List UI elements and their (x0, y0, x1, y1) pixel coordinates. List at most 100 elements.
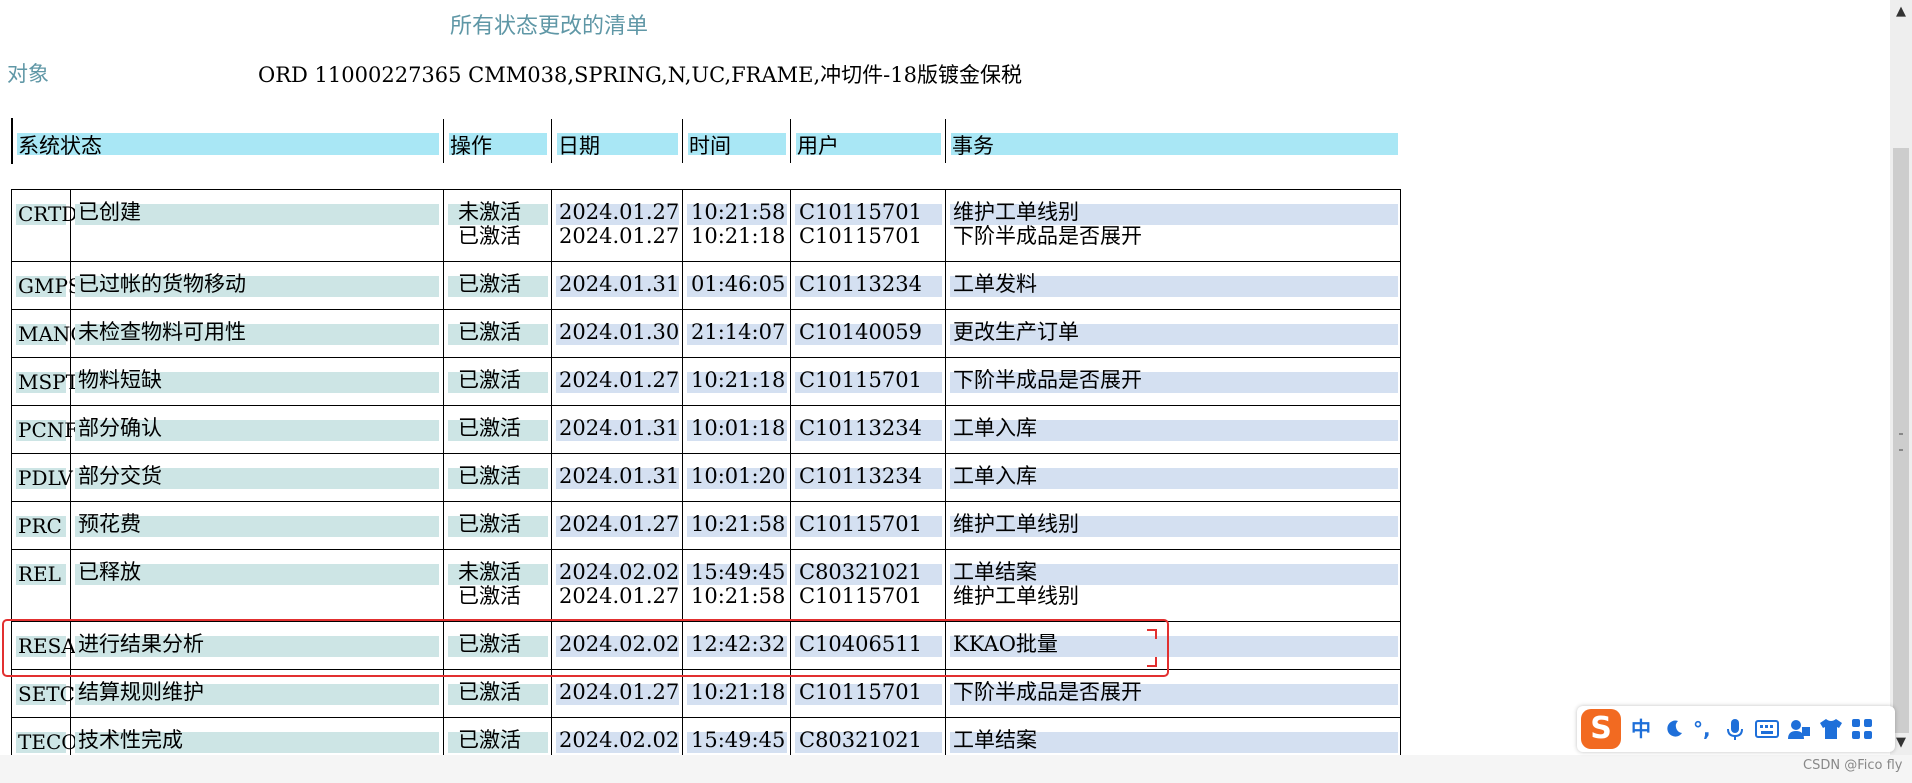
entry-user: C10113234 (799, 272, 922, 296)
status-description: 物料短缺 (78, 368, 162, 392)
keyboard-icon[interactable] (1755, 720, 1779, 738)
status-code[interactable]: SETC (18, 682, 75, 706)
entry-time: 12:42:32 (691, 632, 786, 656)
status-description: 已创建 (78, 200, 141, 224)
status-description: 部分交货 (78, 464, 162, 488)
microphone-icon[interactable] (1725, 718, 1745, 742)
table-row-teco[interactable]: TECO 技术性完成 已激活 2024.02.02 15:49:45 C80321021 工… (12, 718, 1400, 755)
grid-icon[interactable] (1851, 718, 1873, 740)
entry-txn[interactable]: 维护工单线别 (953, 584, 1079, 608)
entry-user: C80321021 (799, 728, 922, 752)
cell-status (12, 550, 444, 621)
status-code[interactable]: TECO (18, 730, 78, 754)
entry-time: 10:01:18 (691, 416, 786, 440)
entry-date: 2024.01.31 (559, 416, 680, 440)
scroll-thumb[interactable] (1893, 148, 1909, 733)
header-time[interactable]: 时间 (683, 119, 791, 163)
table-row-prc[interactable]: PRC 预花费 已激活 2024.01.27 10:21:58 C10115701 维护工单… (12, 502, 1400, 550)
status-code[interactable]: PDLV (18, 466, 73, 490)
entry-op: 已激活 (458, 272, 521, 296)
entry-user: C10115701 (799, 200, 922, 224)
entry-op: 已激活 (458, 728, 521, 752)
table-row-setc[interactable]: SETC 结算规则维护 已激活 2024.01.27 10:21:18 C10115701… (12, 670, 1400, 718)
entry-time: 15:49:45 (691, 560, 786, 584)
entry-txn[interactable]: 工单结案 (953, 560, 1037, 584)
header-system-status[interactable]: 系统状态 (12, 119, 444, 163)
entry-time: 10:21:58 (691, 512, 786, 536)
entry-txn[interactable]: 下阶半成品是否展开 (953, 224, 1142, 248)
status-table: CRTD 已创建 未激活 2024.01.27 10:21:58 C10115701 维护工… (11, 189, 1401, 755)
header-time-label: 时间 (689, 134, 731, 158)
entry-time: 10:21:58 (691, 584, 786, 608)
entry-date: 2024.01.31 (559, 464, 680, 488)
punctuation-button[interactable]: °, (1693, 716, 1711, 742)
code-divider (70, 502, 71, 549)
entry-user: C10115701 (799, 512, 922, 536)
table-row-resa[interactable]: RESA 进行结果分析 已激活 2024.02.02 12:42:32 C10406511… (12, 622, 1400, 670)
entry-txn[interactable]: 更改生产订单 (953, 320, 1079, 344)
status-code[interactable]: REL (18, 562, 61, 586)
entry-txn[interactable]: 下阶半成品是否展开 (953, 680, 1142, 704)
entry-txn[interactable]: 维护工单线别 (953, 200, 1079, 224)
entry-txn[interactable]: 工单入库 (953, 416, 1037, 440)
header-transaction[interactable]: 事务 (946, 119, 1402, 163)
code-divider (70, 550, 71, 621)
status-code[interactable]: MSPT (18, 370, 79, 394)
entry-date: 2024.02.02 (559, 632, 680, 656)
entry-user: C10113234 (799, 416, 922, 440)
page-title: 所有状态更改的清单 (450, 14, 649, 39)
entry-op: 未激活 (458, 560, 521, 584)
entry-user: C10140059 (799, 320, 922, 344)
table-row-crtd[interactable]: CRTD 已创建 未激活 2024.01.27 10:21:58 C10115701 维护工… (12, 190, 1400, 262)
entry-time: 10:21:18 (691, 224, 786, 248)
entry-user: C10115701 (799, 368, 922, 392)
user-card-icon[interactable] (1787, 718, 1811, 740)
status-change-list: 所有状态更改的清单 对象 ORD 11000227365 CMM038,SPRI… (0, 0, 1890, 755)
entry-txn[interactable]: 工单入库 (953, 464, 1037, 488)
entry-user: C10115701 (799, 584, 922, 608)
table-row-pcnf[interactable]: PCNF 部分确认 已激活 2024.01.31 10:01:18 C10113234 工单… (12, 406, 1400, 454)
header-date-label: 日期 (558, 134, 600, 158)
watermark: CSDN @Fico fly (1803, 758, 1903, 773)
entry-txn[interactable]: 工单发料 (953, 272, 1037, 296)
header-operation[interactable]: 操作 (444, 119, 552, 163)
entry-txn[interactable]: 工单结案 (953, 728, 1037, 752)
table-row-pdlv[interactable]: PDLV 部分交货 已激活 2024.01.31 10:01:20 C10113234 工单… (12, 454, 1400, 502)
table-row-rel[interactable]: REL 已释放 未激活 2024.02.02 15:49:45 C80321021 工单结案… (12, 550, 1400, 622)
status-code[interactable]: RESA (18, 634, 76, 658)
chinese-mode-button[interactable]: 中 (1631, 716, 1651, 742)
scroll-up-icon[interactable]: ▲ (1890, 2, 1912, 22)
entry-txn[interactable]: 下阶半成品是否展开 (953, 368, 1142, 392)
entry-time: 10:21:18 (691, 680, 786, 704)
status-code[interactable]: GMPS (18, 274, 82, 298)
entry-txn[interactable]: KKAO批量 (953, 632, 1058, 656)
sogou-logo-icon[interactable]: S (1581, 709, 1621, 749)
header-system-status-label: 系统状态 (18, 134, 102, 158)
table-row-gmps[interactable]: GMPS 已过帐的货物移动 已激活 2024.01.31 01:46:05 C101132… (12, 262, 1400, 310)
entry-date: 2024.01.27 (559, 512, 680, 536)
entry-user: C10406511 (799, 632, 922, 656)
entry-txn[interactable]: 维护工单线别 (953, 512, 1079, 536)
entry-time: 21:14:07 (691, 320, 786, 344)
entry-date: 2024.01.27 (559, 224, 680, 248)
entry-date: 2024.01.27 (559, 680, 680, 704)
entry-date: 2024.01.27 (559, 200, 680, 224)
table-row-manc[interactable]: MANC 未检查物料可用性 已激活 2024.01.30 21:14:07 C101400… (12, 310, 1400, 358)
entry-date: 2024.01.27 (559, 584, 680, 608)
entry-user: C10115701 (799, 224, 922, 248)
vertical-scrollbar[interactable]: ▲ ▼ (1890, 0, 1912, 755)
entry-date: 2024.01.31 (559, 272, 680, 296)
shirt-icon[interactable] (1819, 718, 1843, 740)
status-code[interactable]: CRTD (18, 202, 77, 226)
status-code[interactable]: PCNF (18, 418, 78, 442)
status-code[interactable]: PRC (18, 514, 62, 538)
header-user-label: 用户 (797, 134, 839, 158)
entry-date: 2024.02.02 (559, 560, 680, 584)
moon-icon[interactable] (1663, 718, 1685, 740)
ime-toolbar[interactable]: S 中 °, (1577, 706, 1895, 752)
header-date[interactable]: 日期 (552, 119, 683, 163)
table-row-mspt[interactable]: MSPT 物料短缺 已激活 2024.01.27 10:21:18 C10115701 下阶… (12, 358, 1400, 406)
header-user[interactable]: 用户 (791, 119, 946, 163)
entry-op: 未激活 (458, 200, 521, 224)
entry-op: 已激活 (458, 680, 521, 704)
